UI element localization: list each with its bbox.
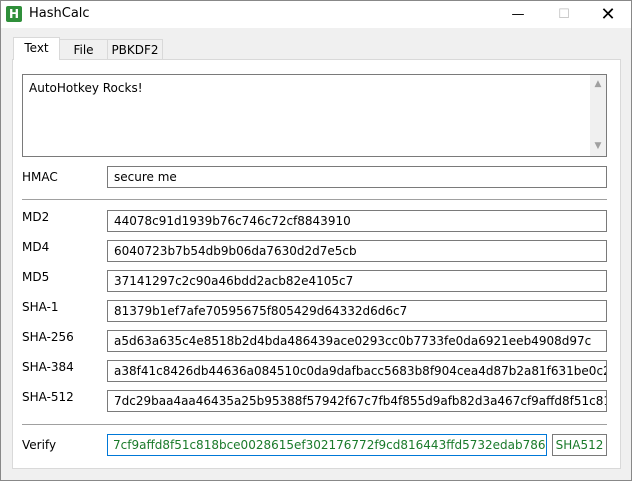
sha1-output[interactable]: 81379b1ef7afe70595675f805429d64332d6d6c7 (107, 300, 607, 322)
md5-value: 37141297c2c90a46bdd2acb82e4105c7 (114, 274, 354, 288)
hmac-label: HMAC (22, 170, 58, 184)
md2-value: 44078c91d1939b76c746c72cf8843910 (114, 214, 351, 228)
hashcalc-window: H HashCalc — ☐ ✕ Text File PBKDF2 AutoHo… (0, 0, 632, 481)
md4-label: MD4 (22, 240, 50, 254)
md2-output[interactable]: 44078c91d1939b76c746c72cf8843910 (107, 210, 607, 232)
sha1-label: SHA-1 (22, 300, 59, 314)
verify-label: Verify (22, 438, 57, 452)
verify-match-badge: SHA512 (552, 434, 607, 456)
sha384-label: SHA-384 (22, 360, 74, 374)
separator (22, 199, 607, 200)
hmac-key-value: secure me (114, 170, 177, 184)
verify-input[interactable]: 7cf9affd8f51c818bce0028615ef302176772f9c… (107, 434, 547, 456)
scroll-up-icon[interactable]: ▲ (593, 79, 603, 89)
md4-output[interactable]: 6040723b7b54db9b06da7630d2d7e5cb (107, 240, 607, 262)
sha384-value: a38f41c8426db44636a084510c0da9dafbacc568… (114, 364, 606, 378)
app-icon: H (6, 6, 22, 22)
sha256-value: a5d63a635c4e8518b2d4bda486439ace0293cc0b… (114, 334, 592, 348)
tab-file[interactable]: File (59, 39, 108, 59)
md4-value: 6040723b7b54db9b06da7630d2d7e5cb (114, 244, 357, 258)
hmac-key-input[interactable]: secure me (107, 166, 607, 188)
md5-output[interactable]: 37141297c2c90a46bdd2acb82e4105c7 (107, 270, 607, 292)
md2-label: MD2 (22, 210, 50, 224)
sha256-output[interactable]: a5d63a635c4e8518b2d4bda486439ace0293cc0b… (107, 330, 607, 352)
input-text-area[interactable]: AutoHotkey Rocks! ▲ ▼ (22, 74, 607, 157)
maximize-button[interactable]: ☐ (541, 1, 587, 28)
sha512-output[interactable]: 7dc29baa4aa46435a25b95388f57942f67c7fb4f… (107, 390, 607, 412)
tab-pbkdf2[interactable]: PBKDF2 (107, 39, 163, 59)
sha512-value: 7dc29baa4aa46435a25b95388f57942f67c7fb4f… (114, 394, 606, 408)
separator (22, 424, 607, 425)
sha256-label: SHA-256 (22, 330, 74, 344)
title-bar: H HashCalc — ☐ ✕ (1, 1, 631, 28)
tab-text[interactable]: Text (13, 37, 60, 60)
text-tab-panel: AutoHotkey Rocks! ▲ ▼ HMAC secure me MD2… (12, 59, 621, 469)
scroll-down-icon[interactable]: ▼ (593, 141, 603, 151)
window-title: HashCalc (29, 6, 90, 21)
verify-value: 7cf9affd8f51c818bce0028615ef302176772f9c… (113, 438, 546, 452)
md5-label: MD5 (22, 270, 50, 284)
close-button[interactable]: ✕ (585, 1, 631, 28)
input-text: AutoHotkey Rocks! (29, 81, 143, 95)
sha1-value: 81379b1ef7afe70595675f805429d64332d6d6c7 (114, 304, 408, 318)
text-area-scrollbar[interactable]: ▲ ▼ (590, 75, 606, 156)
minimize-button[interactable]: — (495, 1, 541, 28)
sha384-output[interactable]: a38f41c8426db44636a084510c0da9dafbacc568… (107, 360, 607, 382)
sha512-label: SHA-512 (22, 390, 74, 404)
